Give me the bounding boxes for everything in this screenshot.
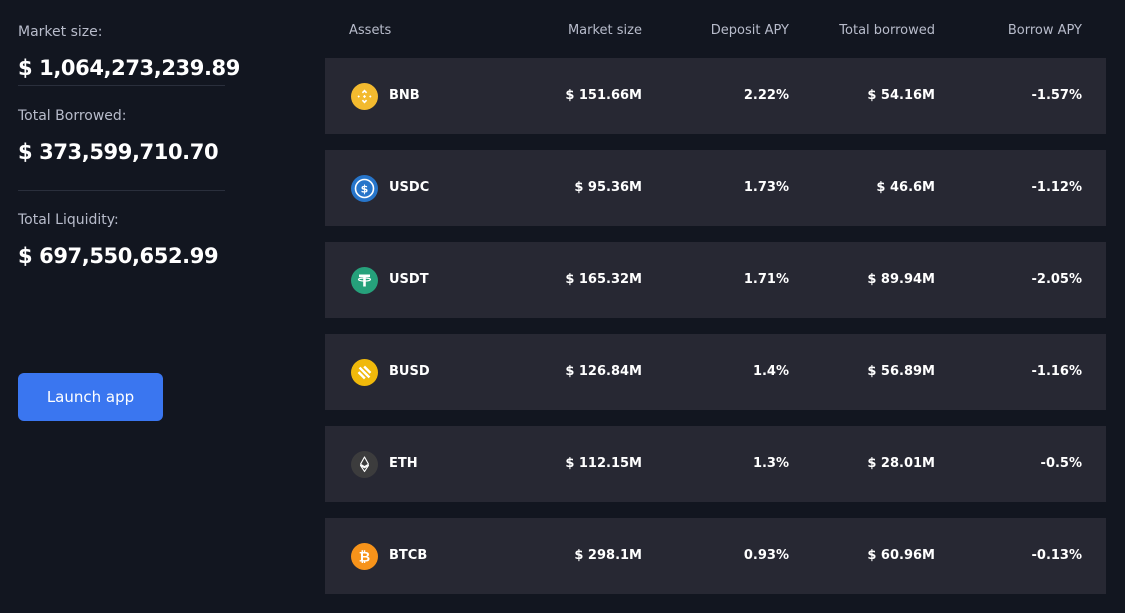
bnb-icon — [351, 82, 378, 110]
total-borrowed-cell: $ 46.6M — [876, 180, 935, 195]
deposit-apy-cell: 1.3% — [752, 456, 789, 471]
table-row-busd[interactable]: BUSD $ 126.84M 1.4% $ 56.89M -1.16% — [325, 334, 1106, 410]
borrow-apy-cell: -0.5% — [1040, 456, 1082, 471]
asset-name: BNB — [389, 88, 420, 103]
market-size-cell: $ 298.1M — [574, 548, 642, 563]
asset-cell: BUSD — [351, 334, 430, 410]
header-assets: Assets — [349, 23, 392, 38]
table-row-btcb[interactable]: ₿ BTCB $ 298.1M 0.93% $ 60.96M -0.13% — [325, 518, 1106, 594]
asset-name: ETH — [389, 456, 418, 471]
total-borrowed-cell: $ 28.01M — [867, 456, 935, 471]
table-row-bnb[interactable]: BNB $ 151.66M 2.22% $ 54.16M -1.57% — [325, 58, 1106, 134]
busd-icon — [351, 358, 378, 386]
table-row-usdt[interactable]: USDT $ 165.32M 1.71% $ 89.94M -2.05% — [325, 242, 1106, 318]
svg-text:₿: ₿ — [359, 549, 370, 565]
asset-name: BTCB — [389, 548, 428, 563]
asset-cell: USDT — [351, 242, 429, 318]
total-borrowed-value: $ 373,599,710.70 — [18, 140, 219, 164]
table-header: Assets Market size Deposit APY Total bor… — [325, 0, 1106, 58]
total-liquidity-label: Total Liquidity: — [18, 212, 119, 228]
market-size-cell: $ 112.15M — [565, 456, 642, 471]
deposit-apy-cell: 2.22% — [743, 88, 789, 103]
asset-cell: ₿ BTCB — [351, 518, 427, 594]
deposit-apy-cell: 1.4% — [752, 364, 789, 379]
total-borrowed-label: Total Borrowed: — [18, 108, 127, 124]
borrow-apy-cell: -1.57% — [1031, 88, 1083, 103]
total-borrowed-stat: Total Borrowed: $ 373,599,710.70 — [18, 86, 225, 191]
eth-icon — [351, 450, 378, 478]
borrow-apy-cell: -2.05% — [1031, 272, 1083, 287]
header-borrow-apy: Borrow APY — [1007, 23, 1082, 38]
btcb-icon: ₿ — [351, 542, 378, 570]
asset-cell: ETH — [351, 426, 418, 502]
assets-table: Assets Market size Deposit APY Total bor… — [325, 0, 1106, 610]
asset-cell: BNB — [351, 58, 420, 134]
market-size-label: Market size: — [18, 24, 103, 40]
table-row-usdc[interactable]: $ USDC $ 95.36M 1.73% $ 46.6M -1.12% — [325, 150, 1106, 226]
asset-name: USDC — [389, 180, 430, 195]
usdt-icon — [351, 266, 378, 294]
total-liquidity-value: $ 697,550,652.99 — [18, 244, 219, 268]
total-borrowed-cell: $ 60.96M — [867, 548, 935, 563]
total-borrowed-cell: $ 89.94M — [867, 272, 935, 287]
header-market-size: Market size — [567, 23, 642, 38]
launch-app-button[interactable]: Launch app — [18, 373, 163, 421]
borrow-apy-cell: -1.16% — [1031, 364, 1083, 379]
market-size-value: $ 1,064,273,239.89 — [18, 56, 240, 80]
usdc-icon: $ — [351, 174, 378, 202]
market-size-cell: $ 126.84M — [565, 364, 642, 379]
market-size-cell: $ 165.32M — [565, 272, 642, 287]
market-stats-panel: Market size: $ 1,064,273,239.89 Total Bo… — [18, 0, 240, 281]
total-borrowed-cell: $ 56.89M — [867, 364, 935, 379]
market-size-cell: $ 151.66M — [565, 88, 642, 103]
asset-name: USDT — [389, 272, 429, 287]
table-row-eth[interactable]: ETH $ 112.15M 1.3% $ 28.01M -0.5% — [325, 426, 1106, 502]
deposit-apy-cell: 0.93% — [743, 548, 789, 563]
page: Market size: $ 1,064,273,239.89 Total Bo… — [0, 0, 1125, 613]
borrow-apy-cell: -0.13% — [1031, 548, 1083, 563]
svg-text:$: $ — [361, 182, 369, 195]
header-deposit-apy: Deposit APY — [710, 23, 789, 38]
header-total-borrowed: Total borrowed — [839, 23, 935, 38]
borrow-apy-cell: -1.12% — [1031, 180, 1083, 195]
market-size-cell: $ 95.36M — [574, 180, 642, 195]
deposit-apy-cell: 1.71% — [743, 272, 789, 287]
deposit-apy-cell: 1.73% — [743, 180, 789, 195]
total-liquidity-stat: Total Liquidity: $ 697,550,652.99 — [18, 191, 225, 281]
total-borrowed-cell: $ 54.16M — [867, 88, 935, 103]
market-size-stat: Market size: $ 1,064,273,239.89 — [18, 0, 240, 86]
asset-name: BUSD — [389, 364, 430, 379]
asset-cell: $ USDC — [351, 150, 429, 226]
